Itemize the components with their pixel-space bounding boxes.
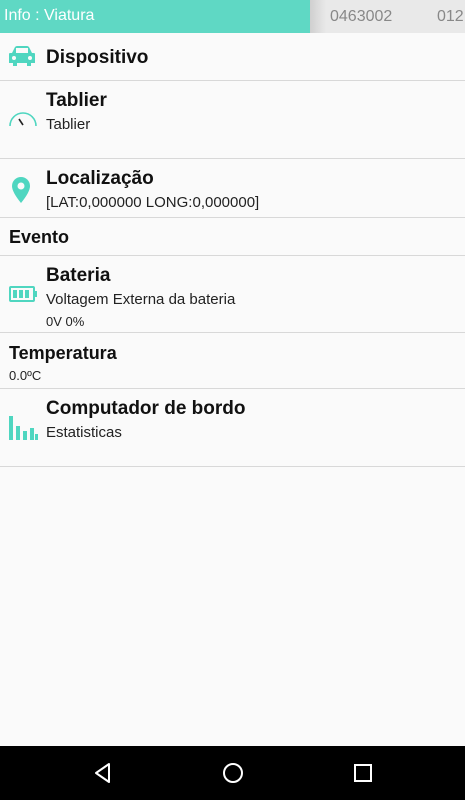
tablier-title: Tablier — [46, 90, 107, 111]
info-list: Dispositivo Tablier Tablier Localização … — [0, 33, 465, 467]
bar-chart-icon — [8, 414, 38, 445]
list-item-temperatura[interactable]: Temperatura 0.0ºC — [0, 333, 465, 389]
tab-info-viatura[interactable]: Info : Viatura — [0, 0, 310, 33]
home-icon[interactable] — [218, 758, 248, 788]
back-icon[interactable] — [88, 758, 118, 788]
section-header-evento: Evento — [0, 218, 465, 256]
tab-bar: Info : Viatura 0463002 012 — [0, 0, 465, 33]
battery-icon — [8, 285, 38, 308]
list-item-dispositivo[interactable]: Dispositivo — [0, 33, 465, 81]
bateria-title: Bateria — [46, 265, 111, 286]
temperatura-value: 0.0ºC — [9, 368, 42, 383]
system-nav-bar — [0, 746, 465, 800]
temperatura-title: Temperatura — [9, 343, 117, 363]
list-item-bateria[interactable]: Bateria Voltagem Externa da bateria 0V 0… — [0, 256, 465, 333]
recent-apps-icon[interactable] — [348, 758, 378, 788]
computador-title: Computador de bordo — [46, 398, 246, 419]
speedometer-icon — [8, 111, 38, 132]
bateria-detail: 0V 0% — [46, 314, 85, 329]
evento-title: Evento — [9, 227, 70, 247]
list-item-computador[interactable]: Computador de bordo Estatisticas — [0, 389, 465, 467]
bateria-subtitle: Voltagem Externa da bateria — [46, 291, 236, 308]
car-icon — [8, 45, 36, 72]
tab-divider-shadow — [310, 0, 326, 33]
localizacao-title: Localização — [46, 168, 154, 189]
list-item-tablier[interactable]: Tablier Tablier — [0, 81, 465, 159]
tablier-subtitle: Tablier — [46, 116, 91, 133]
dispositivo-title: Dispositivo — [46, 47, 149, 68]
tab-device-id[interactable]: 0463002 — [330, 8, 392, 26]
localizacao-subtitle: [LAT:0,000000 LONG:0,000000] — [46, 194, 260, 211]
location-pin-icon — [11, 176, 31, 209]
computador-subtitle: Estatisticas — [46, 424, 122, 441]
tab-third[interactable]: 012 — [437, 8, 464, 26]
list-item-localizacao[interactable]: Localização [LAT:0,000000 LONG:0,000000] — [0, 159, 465, 218]
tab-info-viatura-label: Info : Viatura — [4, 7, 95, 24]
